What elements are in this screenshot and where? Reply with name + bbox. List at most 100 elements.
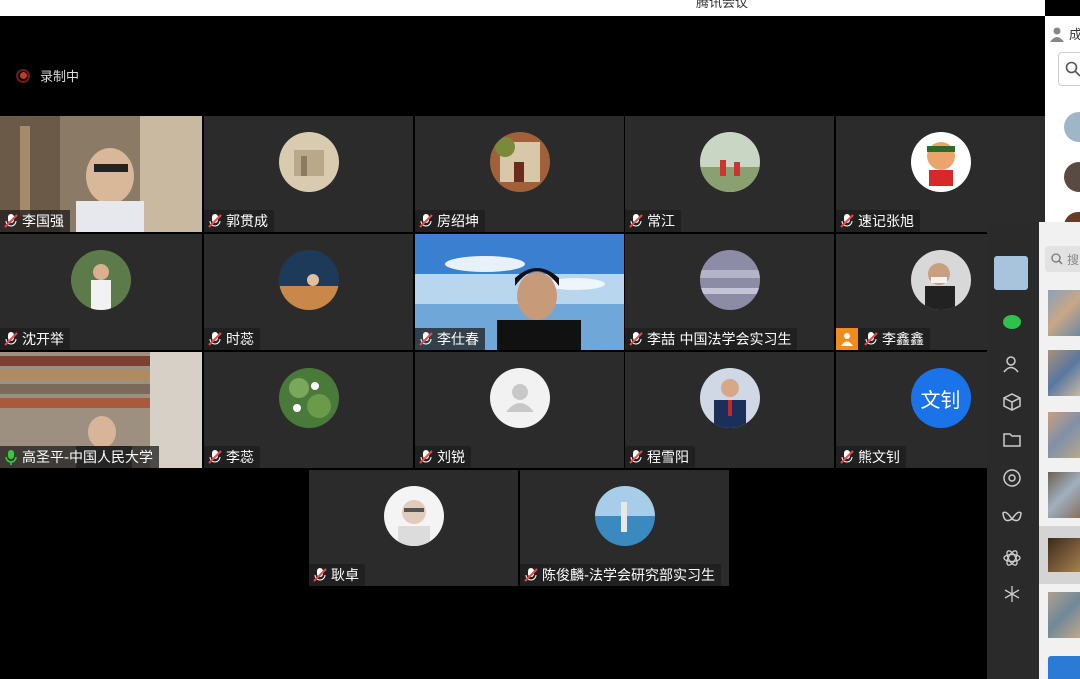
video-tile[interactable]: 速记张旭: [836, 116, 1045, 232]
participant-avatar: [383, 486, 444, 546]
participant-avatar: [699, 250, 760, 310]
video-tile[interactable]: 李仕春: [415, 234, 624, 350]
participant-avatar: [910, 250, 971, 310]
video-tile[interactable]: 陈俊麟-法学会研究部实习生: [520, 470, 729, 586]
participant-name-bar: 李喆 中国法学会实习生: [625, 328, 798, 350]
video-tile[interactable]: 程雪阳: [625, 352, 834, 468]
video-tile[interactable]: 刘锐: [415, 352, 624, 468]
mic-muted-icon: [208, 214, 222, 228]
video-tile[interactable]: 时蕊: [204, 234, 413, 350]
chat-item-avatar[interactable]: [1048, 472, 1080, 518]
member-avatar[interactable]: [1064, 162, 1080, 192]
participant-name-bar: 李仕春: [415, 328, 485, 350]
member-avatar[interactable]: [1064, 112, 1080, 142]
participant-name: 刘锐: [437, 450, 465, 466]
participant-name: 沈开举: [22, 332, 64, 348]
member-header: 成: [1049, 24, 1080, 43]
window-titlebar: 腾讯会议: [0, 0, 1045, 16]
participant-name-bar: 沈开举: [0, 328, 70, 350]
participant-avatar: [594, 486, 655, 546]
participant-name-bar: 时蕊: [204, 328, 260, 350]
participant-name-bar: 李鑫鑫: [836, 328, 930, 350]
video-tile[interactable]: 郭贯成: [204, 116, 413, 232]
mic-muted-icon: [4, 332, 18, 346]
participant-name-bar: 李蕊: [204, 446, 260, 468]
video-tile[interactable]: 李国强: [0, 116, 202, 232]
participant-name-bar: 常江: [625, 210, 681, 232]
participant-name: 时蕊: [226, 332, 254, 348]
mic-active-icon: [5, 450, 17, 465]
mic-muted-icon: [629, 332, 643, 346]
participant-name: 耿卓: [331, 568, 359, 584]
member-panel: 成: [1045, 16, 1080, 226]
participant-name: 李国强: [22, 214, 64, 230]
mic-muted-icon: [208, 332, 222, 346]
aperture-icon[interactable]: [1001, 468, 1023, 490]
chat-search-box[interactable]: 搜: [1045, 246, 1080, 272]
mic-muted-icon: [864, 332, 878, 346]
record-icon: [16, 68, 30, 83]
chat-item-avatar[interactable]: [1048, 592, 1080, 638]
mic-muted-icon: [840, 214, 854, 228]
mic-muted-icon: [419, 450, 433, 464]
mic-muted-icon: [524, 568, 538, 582]
mic-muted-icon: [4, 214, 18, 228]
participant-name-bar: 程雪阳: [625, 446, 695, 468]
video-tile[interactable]: 李喆 中国法学会实习生: [625, 234, 834, 350]
chat-icon[interactable]: [1001, 314, 1023, 336]
mic-muted-icon: [629, 214, 643, 228]
video-tile[interactable]: 李蕊: [204, 352, 413, 468]
video-tile[interactable]: 房绍坤: [415, 116, 624, 232]
participant-avatar: [278, 250, 339, 310]
participant-name: 程雪阳: [647, 450, 689, 466]
participant-name: 熊文钊: [858, 450, 900, 466]
cube-icon[interactable]: [1001, 392, 1023, 414]
search-icon: [1051, 253, 1063, 265]
participant-avatar: [71, 250, 131, 310]
mic-muted-icon: [629, 450, 643, 464]
participant-avatar: [699, 132, 760, 192]
participant-name: 李蕊: [226, 450, 254, 466]
participant-name: 李仕春: [437, 332, 479, 348]
member-search-box[interactable]: [1058, 52, 1080, 86]
butterfly-icon[interactable]: [1001, 510, 1023, 532]
atom-icon[interactable]: [1001, 548, 1023, 570]
chat-item-avatar[interactable]: [1048, 656, 1080, 679]
participant-avatar: [910, 132, 971, 192]
mic-muted-icon: [313, 568, 327, 582]
profile-avatar[interactable]: [994, 256, 1028, 290]
app-title: 腾讯会议: [696, 0, 749, 11]
participant-name: 速记张旭: [858, 214, 914, 230]
video-tile[interactable]: 沈开举: [0, 234, 202, 350]
member-header-label: 成: [1069, 28, 1080, 43]
recording-indicator[interactable]: 录制中: [16, 66, 79, 85]
chat-item-avatar[interactable]: [1048, 350, 1080, 396]
mic-muted-icon: [840, 450, 854, 464]
participant-name: 郭贯成: [226, 214, 268, 230]
participant-name-bar: 耿卓: [309, 564, 365, 586]
chat-item-avatar[interactable]: [1048, 290, 1080, 336]
app-sidebar: [987, 222, 1039, 679]
sparkle-icon[interactable]: [1001, 584, 1023, 606]
default-avatar-icon: [489, 368, 550, 428]
participant-avatar: [278, 368, 339, 428]
participant-name: 李喆 中国法学会实习生: [647, 332, 792, 348]
chat-item-avatar[interactable]: [1048, 412, 1080, 458]
participant-avatar: [489, 132, 550, 192]
video-tile[interactable]: 高圣平-中国人民大学: [0, 352, 202, 468]
folder-icon[interactable]: [1001, 430, 1023, 452]
participant-name: 常江: [647, 214, 675, 230]
video-tile[interactable]: 常江: [625, 116, 834, 232]
participant-name: 陈俊麟-法学会研究部实习生: [542, 568, 716, 584]
participant-name-bar: 李国强: [0, 210, 70, 232]
mic-muted-icon: [208, 450, 222, 464]
participant-name-bar: 熊文钊: [836, 446, 906, 468]
mic-muted-icon: [419, 214, 433, 228]
recording-label: 录制中: [40, 70, 80, 85]
chat-item-selected[interactable]: [1039, 526, 1080, 584]
video-tile[interactable]: 耿卓: [309, 470, 518, 586]
participant-avatar: 文钊: [910, 368, 971, 428]
avatar-initials: 文钊: [920, 387, 961, 412]
participant-name: 李鑫鑫: [882, 332, 924, 348]
contacts-icon[interactable]: [1001, 354, 1023, 376]
